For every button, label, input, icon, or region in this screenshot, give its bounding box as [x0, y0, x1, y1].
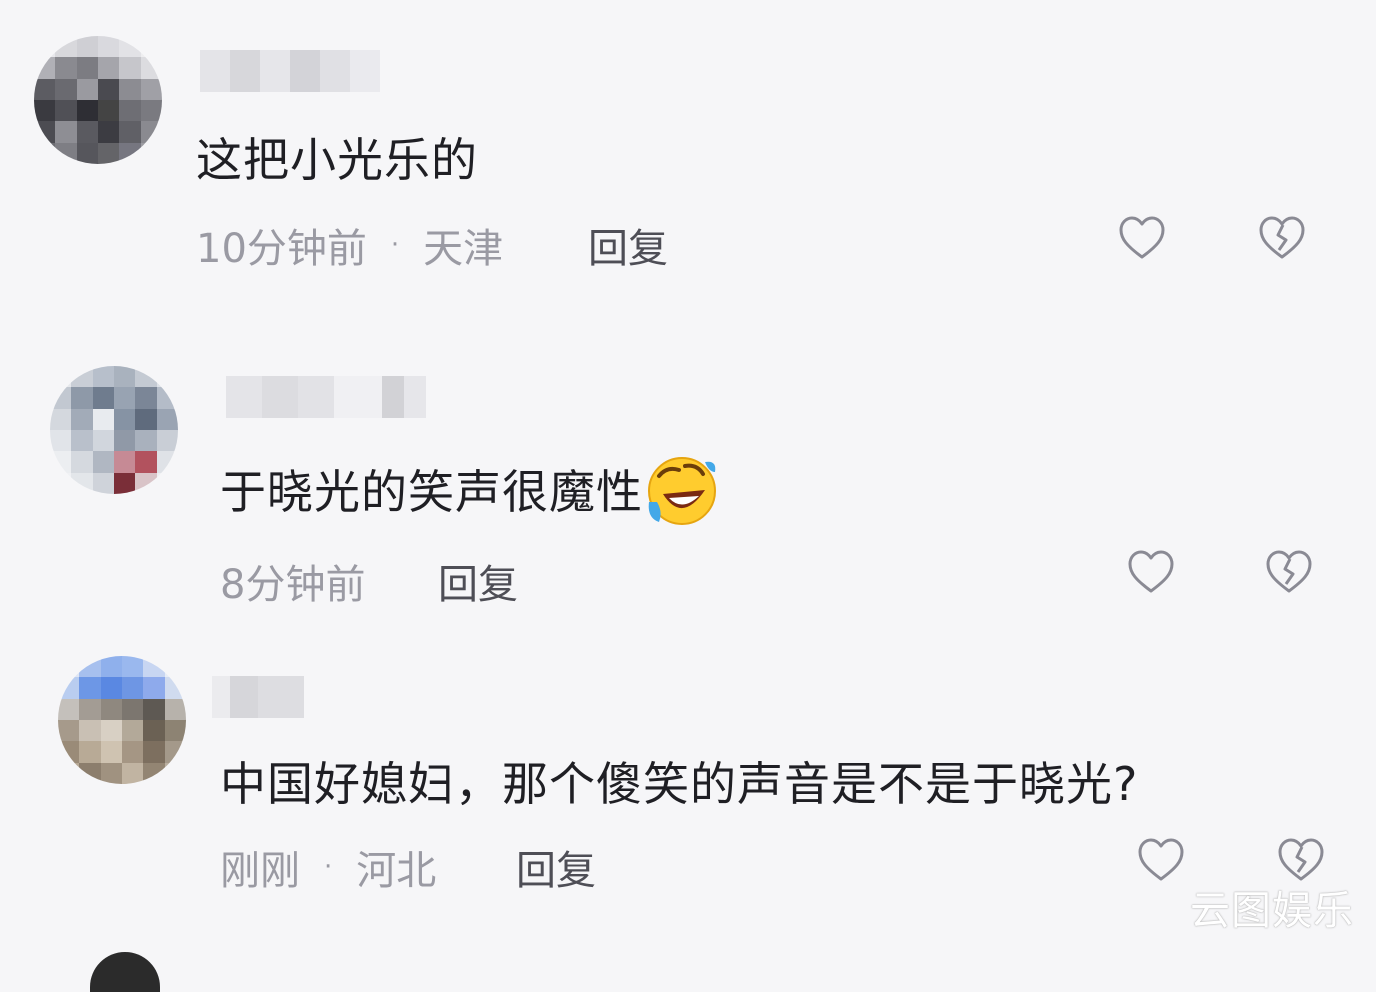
heart-icon: [1128, 550, 1174, 593]
comment-item: 中国好媳妇，那个傻笑的声音是不是于晓光? 刚刚 · 河北 回复: [0, 630, 1376, 930]
meta-separator: ·: [390, 230, 400, 260]
reply-button[interactable]: 回复: [516, 838, 596, 896]
avatar[interactable]: [50, 366, 178, 494]
comment-text: 这把小光乐的: [196, 124, 478, 190]
comment-text: 中国好媳妇，那个傻笑的声音是不是于晓光?: [220, 748, 1138, 814]
username-blurred[interactable]: [212, 676, 304, 718]
watermark: 云图娱乐: [1190, 888, 1354, 934]
avatar[interactable]: [90, 952, 160, 992]
reply-button[interactable]: 回复: [588, 216, 668, 274]
heart-icon: [1138, 838, 1184, 881]
meta-separator: ·: [324, 852, 333, 882]
like-button[interactable]: [1136, 836, 1186, 886]
avatar[interactable]: [58, 656, 186, 784]
heart-icon: [1119, 216, 1165, 259]
username-blurred[interactable]: [200, 50, 390, 92]
username-blurred[interactable]: [226, 376, 426, 418]
comment-time: 刚刚: [220, 848, 300, 894]
reply-button[interactable]: 回复: [438, 552, 518, 610]
comment-time: 8分钟前: [220, 562, 366, 608]
comment-location: 河北: [356, 848, 437, 894]
comment-location: 天津: [423, 226, 504, 272]
comment-text-content: 中国好媳妇，那个傻笑的声音是不是于晓光?: [220, 757, 1139, 811]
avatar[interactable]: [34, 36, 162, 164]
comment-text-content: 于晓光的笑声很魔性: [220, 465, 643, 519]
comment-meta: 刚刚 · 河北: [220, 838, 436, 896]
comment-item: 这把小光乐的 10分钟前 · 天津 回复: [0, 0, 1376, 300]
broken-heart-icon: [1266, 550, 1312, 593]
comment-time: 10分钟前: [196, 226, 367, 272]
comment-meta: 10分钟前 · 天津: [196, 216, 503, 274]
comment-meta: 8分钟前: [220, 552, 365, 610]
dislike-button[interactable]: [1257, 214, 1307, 264]
like-button[interactable]: [1117, 214, 1167, 264]
broken-heart-icon: [1259, 216, 1305, 259]
comment-item: 于晓光的笑声很魔性 8分钟前 回复: [0, 330, 1376, 630]
rolling-on-floor-laughing-icon: [648, 456, 716, 525]
comment-text: 于晓光的笑声很魔性: [220, 456, 719, 528]
comment-text-content: 这把小光乐的: [196, 133, 478, 187]
like-button[interactable]: [1126, 548, 1176, 598]
dislike-button[interactable]: [1264, 548, 1314, 598]
